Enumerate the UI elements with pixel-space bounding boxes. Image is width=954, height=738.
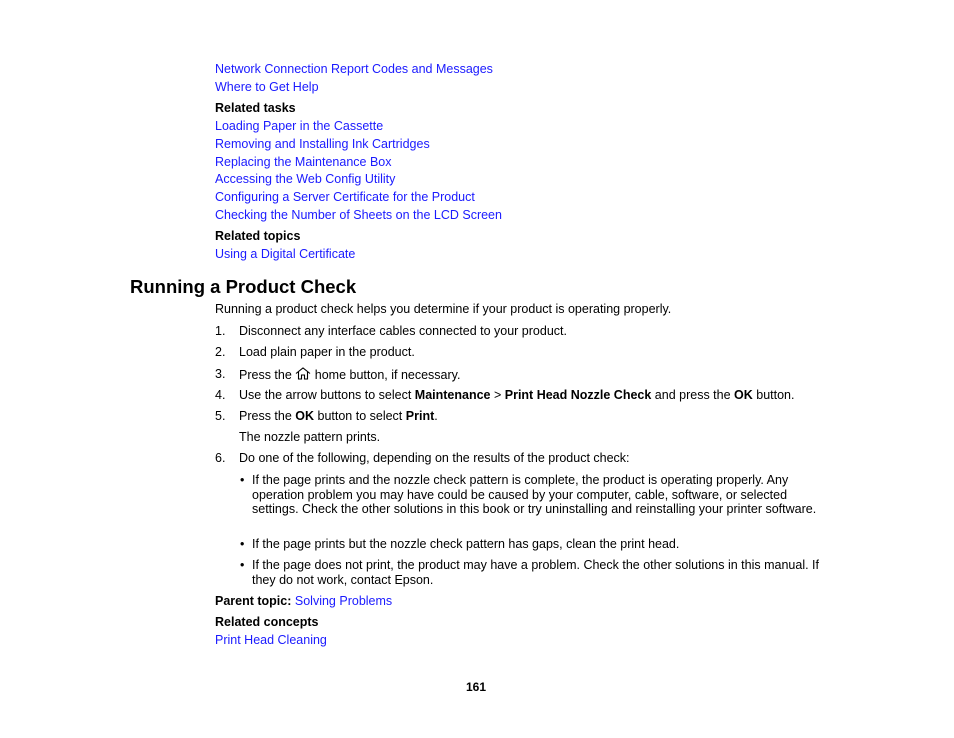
link-print-head-cleaning[interactable]: Print Head Cleaning (215, 633, 327, 648)
related-concepts-heading: Related concepts (215, 615, 319, 629)
step-number: 6. (215, 451, 226, 465)
link-solving-problems[interactable]: Solving Problems (295, 594, 392, 608)
step-text: Use the arrow buttons to select Maintena… (239, 388, 795, 402)
step-number: 3. (215, 367, 226, 381)
bullet-text: If the page prints but the nozzle check … (252, 537, 680, 551)
ok-button-ref: OK (295, 409, 315, 423)
link-where-to-get-help[interactable]: Where to Get Help (215, 80, 319, 95)
link-loading-paper[interactable]: Loading Paper in the Cassette (215, 119, 383, 134)
page-title: Running a Product Check (130, 276, 357, 297)
step-number: 1. (215, 324, 226, 338)
step-text: Press the home button, if necessary. (239, 367, 460, 383)
intro-text: Running a product check helps you determ… (215, 302, 672, 316)
step-number: 5. (215, 409, 226, 423)
link-removing-ink[interactable]: Removing and Installing Ink Cartridges (215, 137, 430, 152)
step-text: Disconnect any interface cables connecte… (239, 324, 567, 338)
step-text: Do one of the following, depending on th… (239, 451, 630, 465)
bullet-text: If the page prints and the nozzle check … (252, 473, 817, 516)
bullet-marker: • (240, 558, 245, 572)
link-server-certificate[interactable]: Configuring a Server Certificate for the… (215, 190, 475, 205)
step-note: The nozzle pattern prints. (239, 430, 381, 444)
bullet-marker: • (240, 537, 245, 551)
parent-topic: Parent topic: Solving Problems (215, 594, 392, 609)
step-number: 4. (215, 388, 226, 402)
step-text-pre: Press the (239, 368, 292, 382)
link-number-of-sheets[interactable]: Checking the Number of Sheets on the LCD… (215, 208, 502, 223)
home-icon (295, 367, 311, 380)
related-topics-heading: Related topics (215, 229, 301, 243)
print-option-ref: Print (405, 409, 435, 423)
menu-nozzle-check: Print Head Nozzle Check (504, 388, 652, 402)
link-web-config[interactable]: Accessing the Web Config Utility (215, 172, 395, 187)
link-maintenance-box[interactable]: Replacing the Maintenance Box (215, 155, 392, 170)
step-text: Load plain paper in the product. (239, 345, 415, 359)
menu-maintenance: Maintenance (414, 388, 491, 402)
link-network-connection-report[interactable]: Network Connection Report Codes and Mess… (215, 62, 493, 77)
bullet-marker: • (240, 473, 245, 487)
step-text: Press the OK button to select Print. (239, 409, 438, 423)
bullet-text: If the page does not print, the product … (252, 558, 819, 587)
link-digital-certificate[interactable]: Using a Digital Certificate (215, 247, 355, 262)
parent-topic-label: Parent topic: (215, 594, 292, 608)
step-number: 2. (215, 345, 226, 359)
page-number: 161 (466, 680, 487, 694)
step-text-post: home button, if necessary. (314, 368, 461, 382)
ok-button-ref: OK (734, 388, 753, 402)
related-tasks-heading: Related tasks (215, 101, 296, 115)
